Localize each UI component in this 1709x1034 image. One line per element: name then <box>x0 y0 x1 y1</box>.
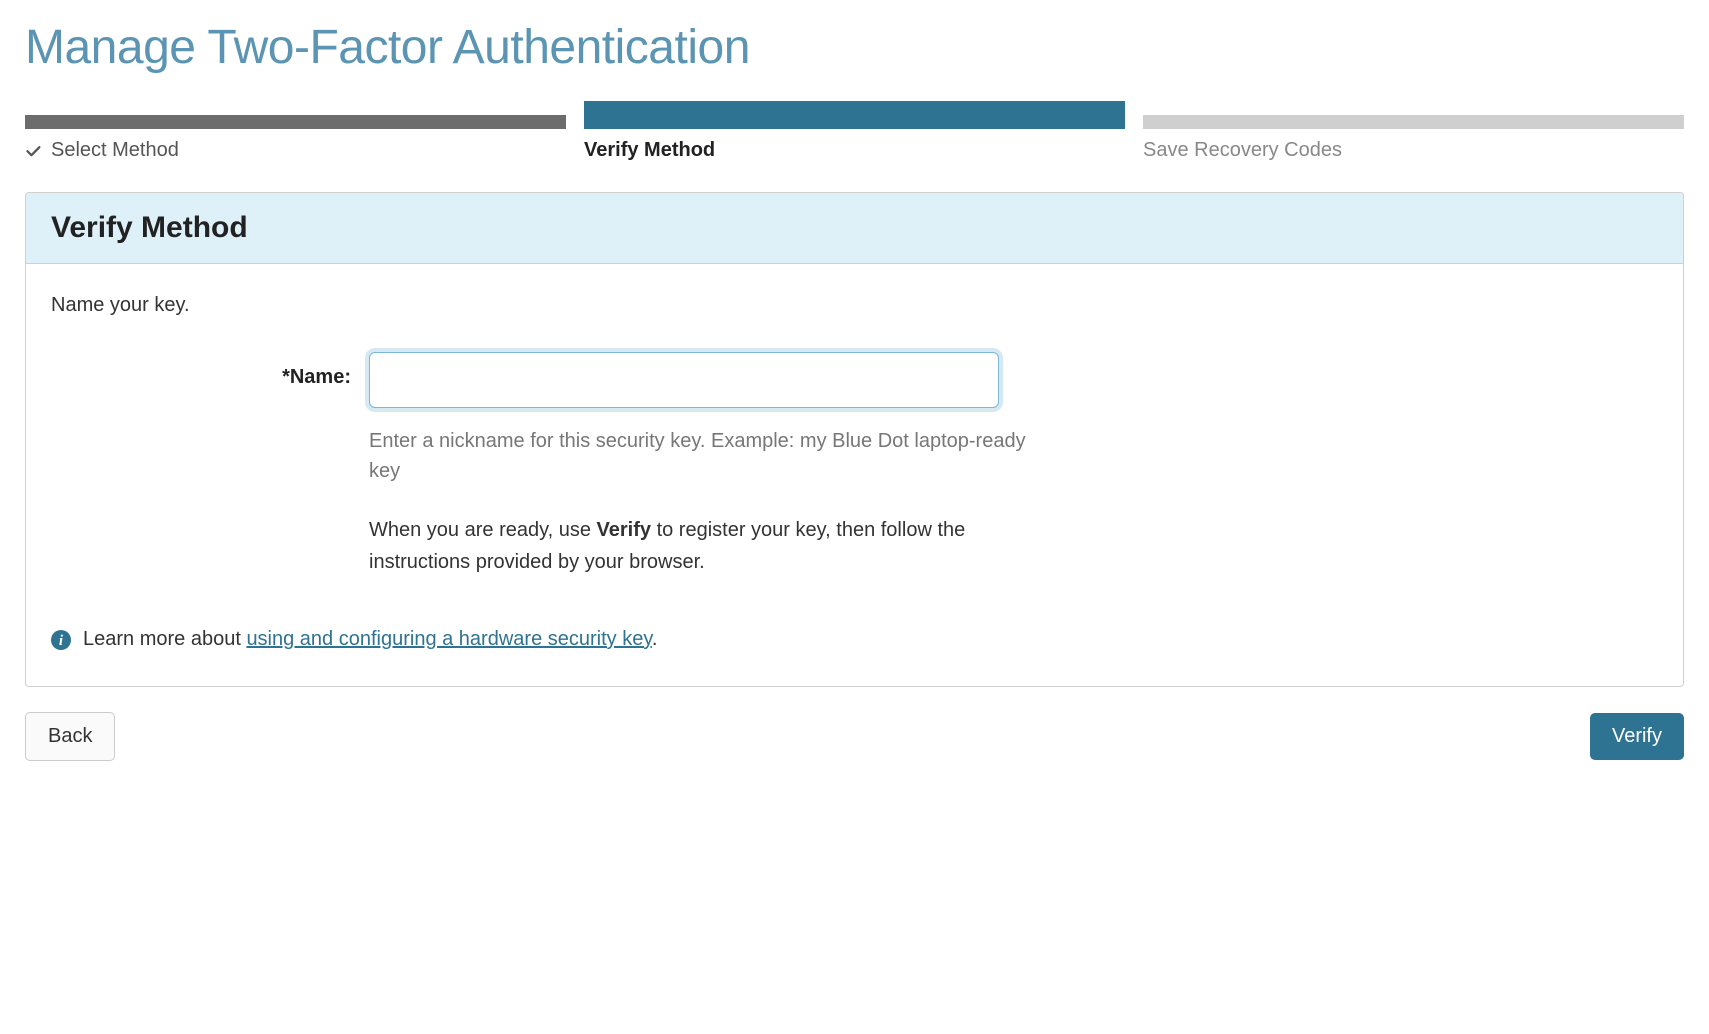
step-verify-method: Verify Method <box>584 115 1125 162</box>
learn-more-row: i Learn more about using and configuring… <box>51 628 1658 651</box>
learn-more-prefix: Learn more about <box>83 628 246 650</box>
page-title: Manage Two-Factor Authentication <box>25 20 1684 75</box>
learn-more-text: Learn more about using and configuring a… <box>83 628 657 651</box>
name-field-wrapper: Enter a nickname for this security key. … <box>369 352 1029 578</box>
button-row: Back Verify <box>25 712 1684 761</box>
verify-button[interactable]: Verify <box>1590 713 1684 760</box>
step-save-recovery-codes: Save Recovery Codes <box>1143 115 1684 162</box>
name-input[interactable] <box>369 352 999 408</box>
instruction-bold: Verify <box>597 519 651 541</box>
panel-header: Verify Method <box>26 193 1683 264</box>
info-icon: i <box>51 630 71 650</box>
step-bar <box>25 115 566 129</box>
step-label-text: Select Method <box>51 139 179 162</box>
name-label: *Name: <box>51 352 351 389</box>
step-label-text: Save Recovery Codes <box>1143 139 1342 162</box>
step-bar <box>1143 115 1684 129</box>
panel-title: Verify Method <box>51 211 1658 245</box>
panel-body: Name your key. *Name: Enter a nickname f… <box>26 264 1683 686</box>
learn-more-link[interactable]: using and configuring a hardware securit… <box>246 628 651 650</box>
step-bar <box>584 101 1125 129</box>
verify-method-panel: Verify Method Name your key. *Name: Ente… <box>25 192 1684 687</box>
step-label-text: Verify Method <box>584 139 715 162</box>
stepper: Select Method Verify Method Save Recover… <box>25 115 1684 162</box>
back-button[interactable]: Back <box>25 712 115 761</box>
learn-more-suffix: . <box>652 628 658 650</box>
name-form-row: *Name: Enter a nickname for this securit… <box>51 352 1658 578</box>
check-icon <box>25 142 43 160</box>
instruction-pre: When you are ready, use <box>369 519 597 541</box>
intro-text: Name your key. <box>51 294 1658 317</box>
step-select-method: Select Method <box>25 115 566 162</box>
name-help-text: Enter a nickname for this security key. … <box>369 426 1029 486</box>
instruction-text: When you are ready, use Verify to regist… <box>369 514 1029 578</box>
